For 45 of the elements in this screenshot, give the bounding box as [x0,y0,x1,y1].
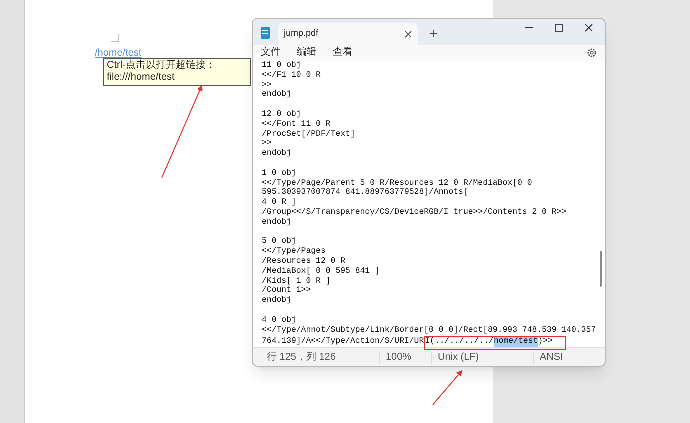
code-line: 1 0 obj [262,168,296,179]
close-icon[interactable] [585,24,593,32]
code-line: >> [262,80,272,90]
settings-icon[interactable] [587,48,597,58]
code-line: /ProcSet[/PDF/Text] [262,130,356,140]
code-line: 12 0 obj [262,110,302,120]
code-line: >> [262,139,272,149]
code-line: <</Type/Page/Parent 5 0 R/Resources 12 0 R/MediaBox[0 0 [262,178,532,188]
status-text: 100% [386,352,412,363]
file-tab[interactable]: jump.pdf [278,23,418,45]
maximize-icon[interactable] [555,24,563,32]
code-line: 764.139]/A<</Type/Action/S/URI/UR [262,337,424,348]
code-line: /Group<</S/Transparency/CS/DeviceRGB/I true>>/Contents 2 0 R>> [262,208,567,218]
code-line: /MediaBox[ 0 0 595 841 ] [262,266,380,277]
code-line: I(../../../../ [425,337,494,348]
code-line: <</Type/Pages [262,247,326,257]
code-line: endobj [262,218,292,228]
menu-item[interactable]: 编辑 [297,47,317,59]
code-line: 5 0 obj [262,237,296,247]
code-line: <</Type/Annot/Subtype/Link/Border[0 0 0]/Rect[89.993 748.539 140.357 [262,326,596,336]
status-text: Unix (LF) [438,352,480,363]
code-line: 4 0 obj [262,316,296,326]
code-line: /Count 1>> [262,286,312,296]
code-line: endobj [262,296,292,306]
code-line: <</F1 10 0 R [262,70,321,81]
code-line: <</Font 11 0 R [262,120,331,130]
code-line: 4 0 R ] [262,198,296,208]
plus-icon[interactable] [430,30,438,38]
code-line: )>> [538,337,553,348]
close-icon[interactable] [405,30,412,38]
code-line: /Resources 12 0 R [262,256,346,267]
code-line: endobj [262,90,292,100]
code-line: endobj [262,149,292,159]
notepad-icon [261,27,270,39]
selected-text: home/test [494,337,538,348]
link-tooltip: Ctrl-点击以打开超链接：file:///home/test [103,58,251,86]
menu-item[interactable]: 查看 [333,47,353,59]
code-line: /Kids[ 1 0 R ] [262,276,331,286]
scrollbar-thumb[interactable] [600,251,602,287]
status-text: ANSI [540,352,564,363]
text-editor[interactable] [253,61,605,348]
menu-item[interactable]: 文件 [261,47,281,59]
status-text: 行 125，列 126 [267,352,336,363]
code-line: 11 0 obj [262,61,302,71]
code-line: 595.303937007874 841.889763779528]/Annots[ [262,188,468,198]
